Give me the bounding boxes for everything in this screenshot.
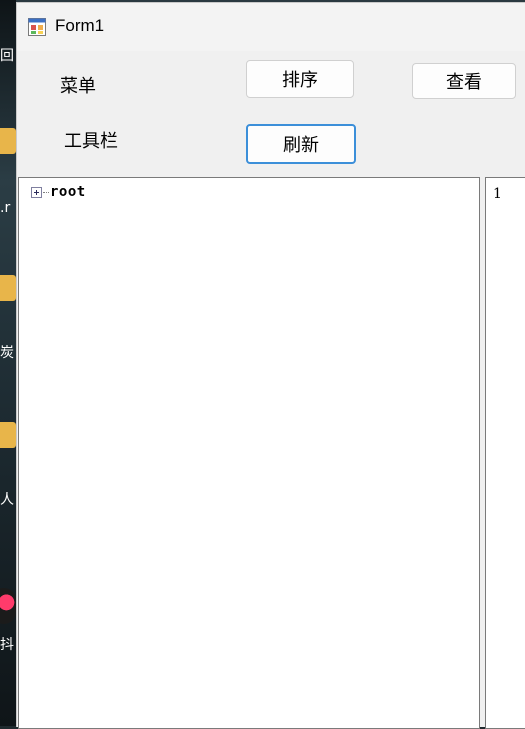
title-bar[interactable]: Form1 <box>17 3 525 51</box>
right-text-panel[interactable]: 1 <box>485 177 525 729</box>
desktop-label: .r <box>0 200 11 216</box>
desktop-label: 抖 <box>0 637 14 653</box>
tree-connector-line <box>43 191 49 193</box>
desktop-label: 人 <box>0 492 14 508</box>
tree-node-root[interactable]: root <box>31 184 86 200</box>
window-title: Form1 <box>55 16 105 35</box>
folder-icon[interactable] <box>0 275 16 301</box>
desktop-background: 回 .r 炭 人 抖 <box>0 0 16 726</box>
tree-node-label[interactable]: root <box>50 184 86 200</box>
form1-window: Form1 菜单 工具栏 排序 查看 刷新 root 1 <box>16 2 525 729</box>
expand-plus-icon[interactable] <box>31 186 42 198</box>
folder-icon[interactable] <box>0 422 16 448</box>
right-panel-text: 1 <box>493 186 502 202</box>
winforms-app-icon <box>28 18 46 36</box>
toolbar-label: 工具栏 <box>64 131 118 152</box>
desktop-label: 回 <box>0 48 14 64</box>
sort-button[interactable]: 排序 <box>246 60 354 98</box>
tiktok-app-icon[interactable] <box>0 588 16 624</box>
view-button[interactable]: 查看 <box>412 63 516 99</box>
tree-view[interactable]: root <box>18 177 480 729</box>
refresh-button[interactable]: 刷新 <box>246 124 356 164</box>
menu-label: 菜单 <box>60 76 96 97</box>
form-client-area: 菜单 工具栏 排序 查看 刷新 root 1 <box>17 51 525 729</box>
desktop-label: 炭 <box>0 345 14 361</box>
folder-icon[interactable] <box>0 128 16 154</box>
